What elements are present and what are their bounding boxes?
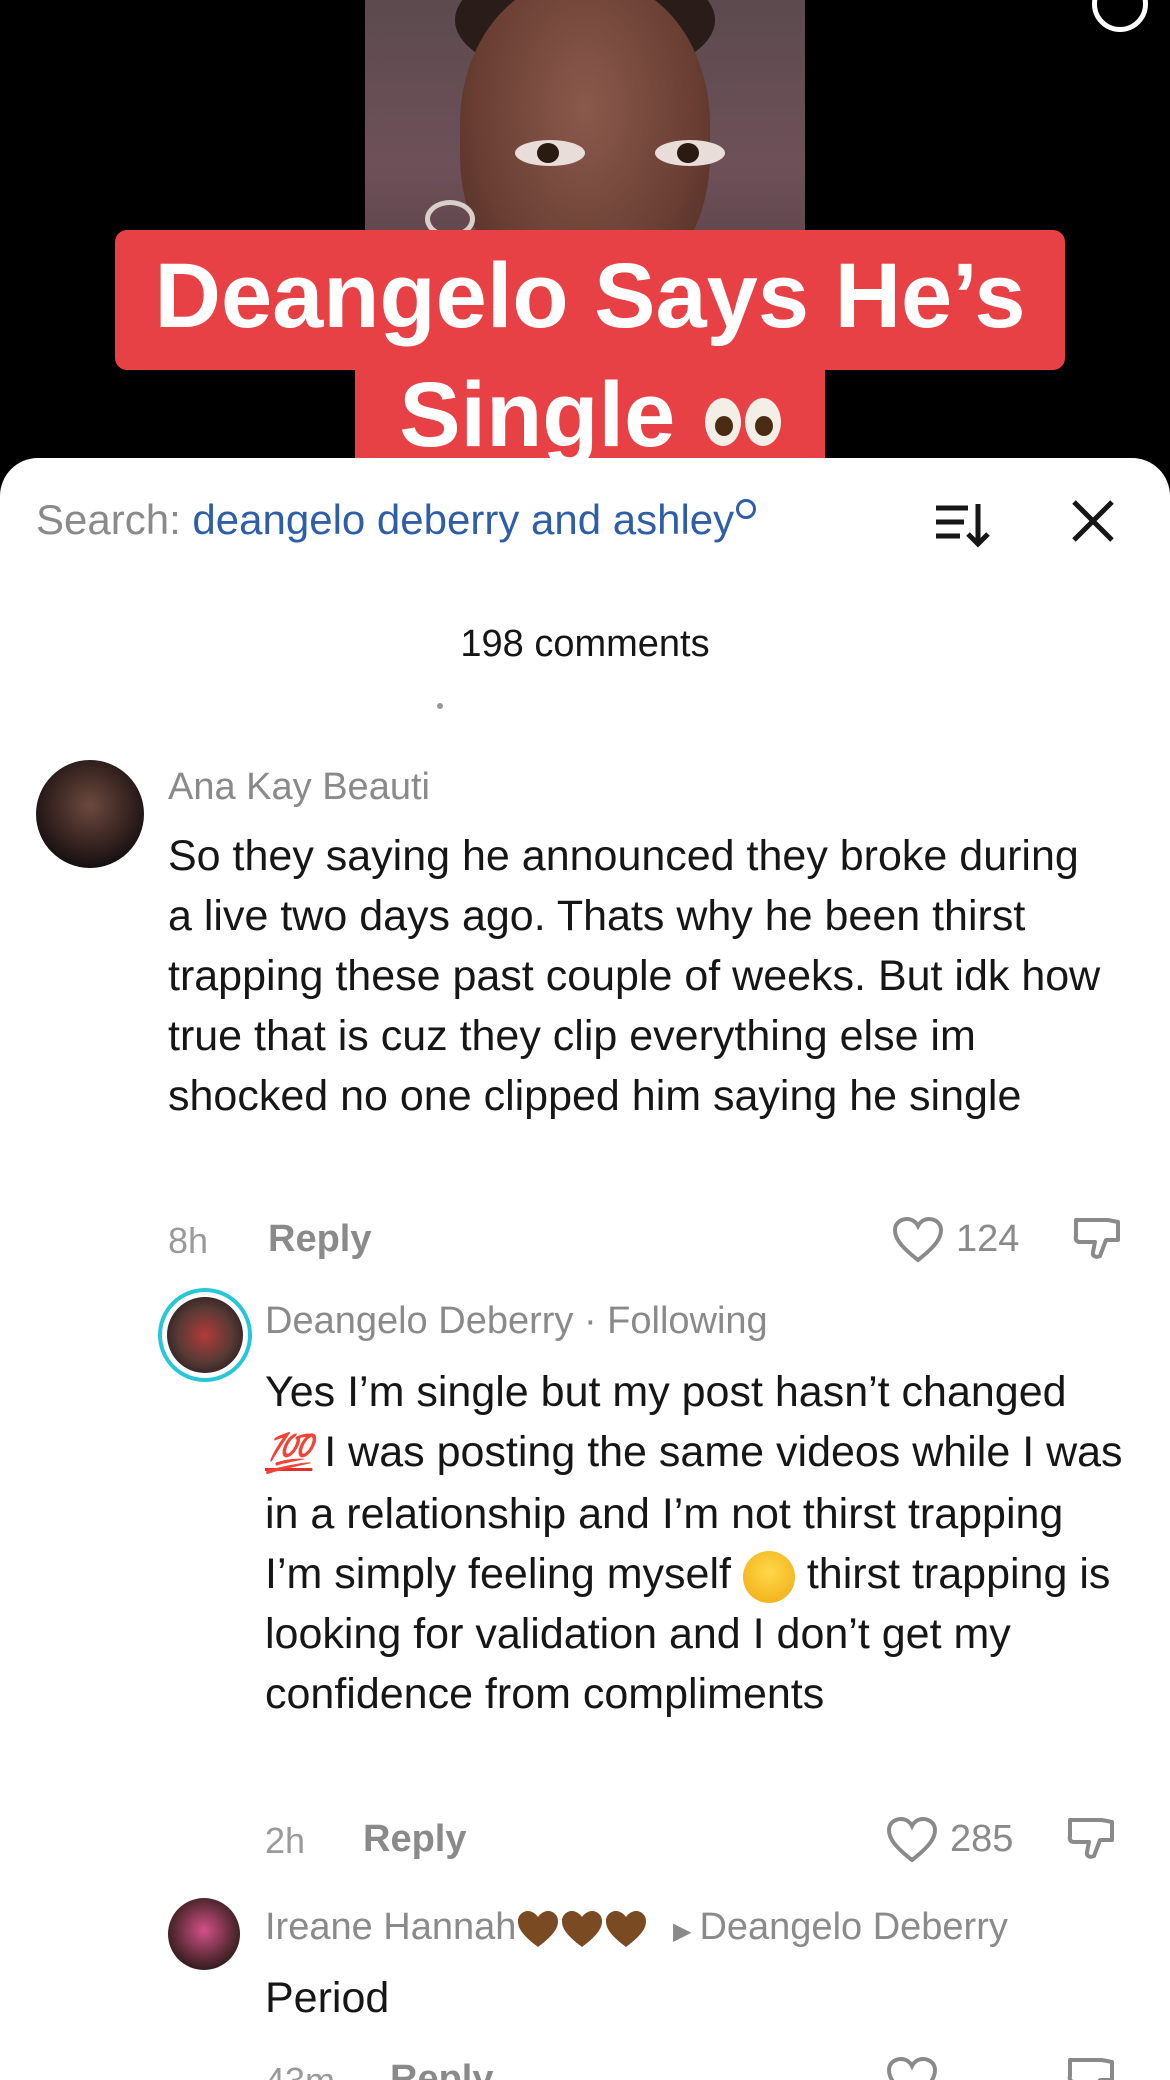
like-count: 124 — [956, 1218, 1020, 1260]
brown-heart-icon — [606, 1910, 647, 1947]
comment-username[interactable]: Ireane Hannah ▶ Deangelo Deberry — [265, 1906, 1008, 1949]
search-icon — [736, 499, 757, 519]
related-search[interactable]: Search: deangelo deberry and ashley — [36, 496, 757, 544]
avatar[interactable] — [168, 1898, 240, 1970]
comment-text: Yes I’m single but my post hasn’t change… — [265, 1368, 1123, 1718]
close-icon[interactable] — [1070, 498, 1116, 544]
hundred-points-emoji: 💯 — [265, 1433, 313, 1475]
comment-text: Period — [265, 1974, 390, 2022]
comment-time: 43m — [265, 2060, 335, 2080]
eyes-emoji-icon — [744, 397, 781, 446]
heart-icon[interactable] — [886, 2056, 938, 2080]
avatar[interactable] — [36, 760, 144, 868]
comment-username[interactable]: Deangelo Deberry · Following — [265, 1300, 768, 1343]
eyes-emoji-icon — [704, 397, 741, 446]
heart-icon[interactable] — [892, 1216, 944, 1264]
hugging-face-emoji-icon — [742, 1550, 795, 1603]
comment-text: So they saying he announced they broke d… — [168, 832, 1101, 1120]
comment-count: 198 comments — [460, 623, 710, 665]
comment-time: 2h — [265, 1820, 306, 1861]
comment-username[interactable]: Ana Kay Beauti — [168, 766, 430, 809]
video-caption: Deangelo Says He’s — [115, 230, 1065, 370]
reply-button[interactable]: Reply — [363, 1818, 466, 1861]
loading-dot — [437, 703, 443, 709]
heart-icon[interactable] — [886, 1816, 938, 1864]
dislike-icon[interactable] — [1066, 2054, 1118, 2080]
search-label: Search: — [36, 496, 181, 543]
like-count: 285 — [950, 1818, 1014, 1860]
reply-button[interactable]: Reply — [390, 2058, 493, 2080]
brown-heart-icon — [518, 1910, 559, 1947]
comments-sheet: Search: deangelo deberry and ashley 198 … — [0, 458, 1170, 2080]
search-icon[interactable] — [1092, 0, 1148, 32]
comment-time: 8h — [168, 1220, 209, 1261]
reply-button[interactable]: Reply — [268, 1218, 371, 1261]
avatar[interactable] — [158, 1288, 252, 1382]
sort-icon[interactable] — [934, 500, 990, 548]
search-query-link[interactable]: deangelo deberry and ashley — [192, 496, 734, 543]
brown-heart-icon — [562, 1910, 603, 1947]
comment-actions-clipped: 43m Reply — [0, 2046, 1170, 2080]
dislike-icon[interactable] — [1066, 1814, 1118, 1866]
reply-arrow-icon: ▶ — [672, 1918, 692, 1945]
dislike-icon[interactable] — [1072, 1214, 1124, 1266]
